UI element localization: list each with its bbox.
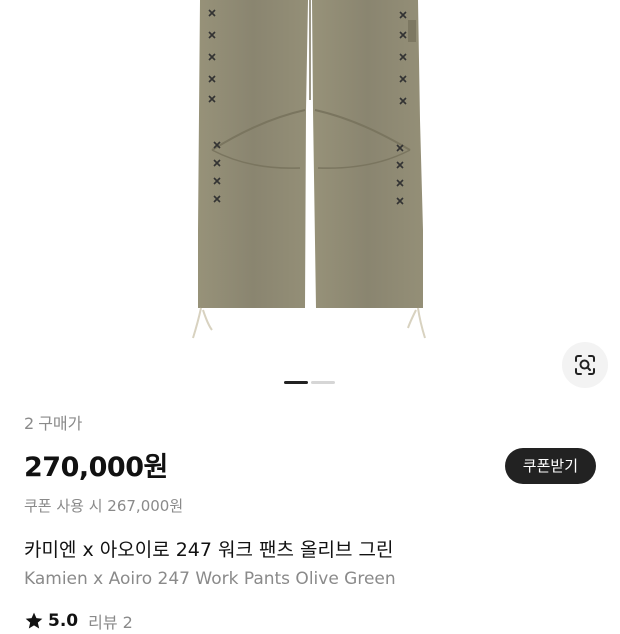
product-image <box>192 0 426 339</box>
carousel-indicator <box>284 381 335 384</box>
carousel-dot-active[interactable] <box>284 381 308 384</box>
rating-score: 5.0 <box>48 611 79 631</box>
review-link[interactable]: 리뷰 2 <box>88 609 133 633</box>
purchase-count-label: 구매가 <box>38 414 83 433</box>
carousel-dot[interactable] <box>311 381 335 384</box>
rating-row: 5.0 리뷰 2 <box>24 608 596 634</box>
product-title-korean: 카미엔 x 아오이로 247 워크 팬츠 올리브 그린 <box>24 539 394 561</box>
coupon-price: 쿠폰 사용 시 267,000원 <box>24 497 184 515</box>
star-icon <box>25 612 43 629</box>
price-row: 270,000원 쿠폰받기 <box>24 444 596 492</box>
product-title-english: Kamien x Aoiro 247 Work Pants Olive Gree… <box>24 569 396 589</box>
product-image-carousel[interactable] <box>0 0 620 400</box>
image-search-icon <box>575 355 595 375</box>
product-info: 2 구매가 270,000원 쿠폰받기 쿠폰 사용 시 267,000원 카미엔 … <box>24 412 596 634</box>
purchase-count-number: 2 <box>24 414 35 433</box>
get-coupon-button[interactable]: 쿠폰받기 <box>504 448 596 484</box>
image-search-button[interactable] <box>562 342 608 388</box>
purchase-count: 2 구매가 <box>24 412 596 436</box>
